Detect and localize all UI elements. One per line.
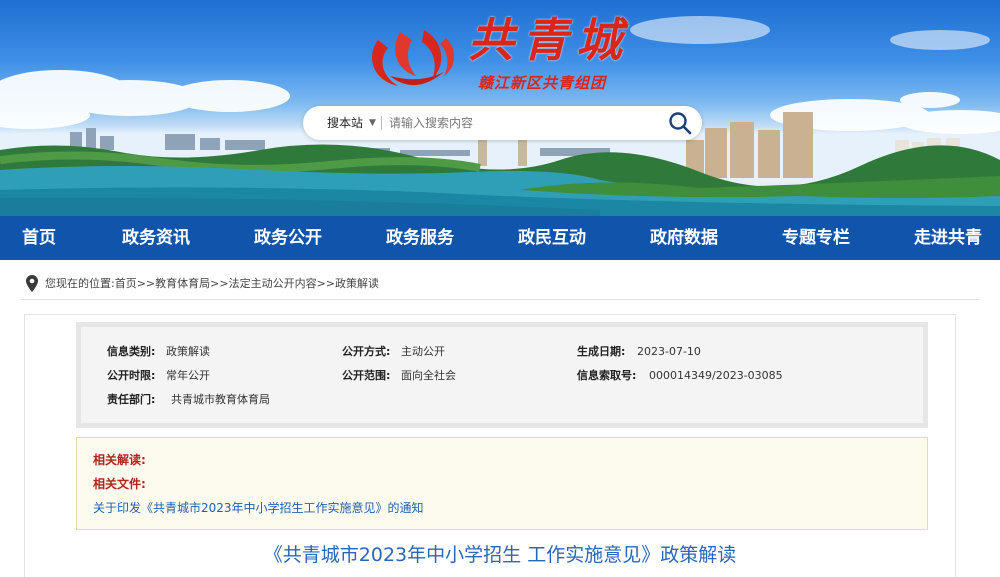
meta-category: 信息类别: 政策解读 [107,343,210,361]
flame-emblem-icon [372,30,455,86]
meta-dept-label: 责任部门: [107,393,156,406]
related-interpretation-label: 相关解读: [93,453,146,467]
meta-dept-value: 共青城市教育体育局 [171,393,270,406]
nav-item-topics[interactable]: 专题专栏 [782,216,850,260]
location-pin-icon [26,275,38,292]
nav-item-about[interactable]: 走进共青 [914,216,982,260]
search-bar: 搜本站 ▼ [303,106,702,140]
search-scope-select[interactable]: 搜本站 [327,106,363,140]
site-logo-title: 共青城 [468,13,630,67]
breadcrumb-text[interactable]: 您现在的位置:首页>>教育体育局>>法定主动公开内容>>政策解读 [45,274,379,294]
meta-period-value: 常年公开 [166,369,210,382]
site-logo[interactable]: 共青城 赣江新区共青组团 [360,6,630,98]
related-box: 相关解读: 相关文件: 关于印发《共青城市2023年中小学招生工作实施意见》的通… [76,437,928,530]
meta-index-label: 信息索取号: [577,369,637,382]
search-divider [381,116,382,130]
meta-scope-label: 公开范围: [342,369,391,382]
meta-method: 公开方式: 主动公开 [342,343,445,361]
nav-item-data[interactable]: 政府数据 [650,216,718,260]
site-logo-subtitle: 赣江新区共青组团 [478,74,607,92]
related-documents-label: 相关文件: [93,477,146,491]
meta-index-value: 000014349/2023-03085 [649,369,783,382]
meta-index: 信息索取号: 000014349/2023-03085 [577,367,783,385]
search-icon[interactable] [668,111,692,135]
related-document-link[interactable]: 关于印发《共青城市2023年中小学招生工作实施意见》的通知 [93,499,424,516]
main-nav: 首页 政务资讯 政务公开 政务服务 政民互动 政府数据 专题专栏 走进共青 [0,216,1000,260]
meta-scope-value: 面向全社会 [401,369,456,382]
meta-period: 公开时限: 常年公开 [107,367,210,385]
caret-down-icon[interactable]: ▼ [369,106,376,140]
meta-category-value: 政策解读 [166,345,210,358]
nav-item-services[interactable]: 政务服务 [386,216,454,260]
meta-period-label: 公开时限: [107,369,156,382]
nav-item-interaction[interactable]: 政民互动 [518,216,586,260]
header-banner: 共青城 赣江新区共青组团 搜本站 ▼ [0,0,1000,216]
meta-category-label: 信息类别: [107,345,156,358]
info-meta-table: 信息类别: 政策解读 公开方式: 主动公开 生成日期: 2023-07-10 公… [76,322,928,428]
meta-method-value: 主动公开 [401,345,445,358]
meta-dept: 责任部门: 共青城市教育体育局 [107,391,270,409]
meta-date-value: 2023-07-10 [637,345,701,358]
nav-item-home[interactable]: 首页 [22,216,56,260]
meta-date: 生成日期: 2023-07-10 [577,343,701,361]
nav-item-disclosure[interactable]: 政务公开 [254,216,322,260]
meta-date-label: 生成日期: [577,345,626,358]
meta-method-label: 公开方式: [342,345,391,358]
search-input[interactable] [389,112,649,134]
nav-item-news[interactable]: 政务资讯 [122,216,190,260]
breadcrumb-divider [20,299,980,300]
article-title: 《共青城市2023年中小学招生 工作实施意见》政策解读 [263,544,737,566]
meta-scope: 公开范围: 面向全社会 [342,367,456,385]
